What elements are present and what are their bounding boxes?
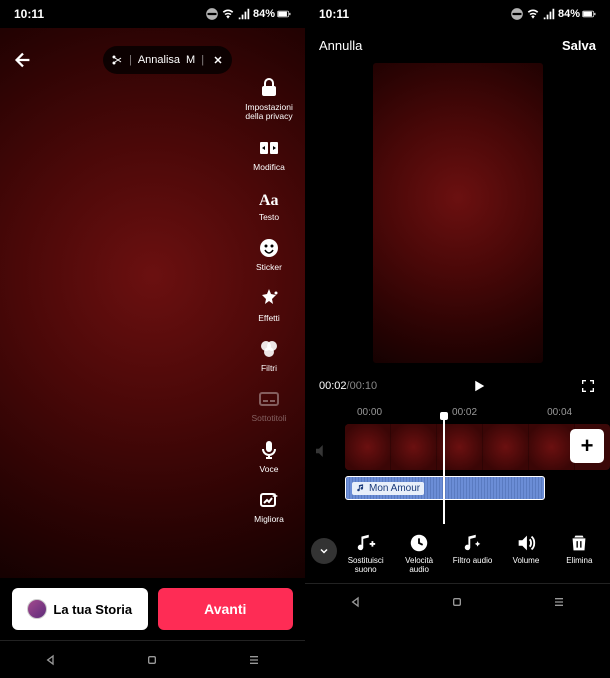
video-frame [529, 424, 575, 470]
story-button[interactable]: La tua Storia [12, 588, 148, 630]
nav-home-icon[interactable] [449, 594, 465, 610]
trash-icon [568, 532, 590, 554]
edit-icon [257, 136, 281, 160]
audio-title: Mon Amour [369, 483, 420, 494]
wifi-icon [526, 7, 540, 21]
svg-text:Aa: Aa [259, 192, 279, 209]
avatar [27, 599, 47, 619]
status-bar: 10:11 84% [305, 0, 610, 28]
lock-icon [257, 76, 281, 100]
music-note-icon [356, 483, 366, 493]
chevron-down-icon [318, 545, 330, 557]
battery-text: 84% [253, 8, 275, 20]
fullscreen-icon[interactable] [580, 378, 596, 394]
mic-icon [257, 438, 281, 462]
close-icon[interactable] [212, 54, 224, 66]
timeline-ruler: 00:00 00:02 00:04 [305, 405, 610, 424]
enhance-icon [257, 488, 281, 512]
speed-icon [408, 532, 430, 554]
back-icon[interactable] [12, 49, 34, 71]
bottom-actions: La tua Storia Avanti [0, 578, 305, 640]
sticker-icon [257, 236, 281, 260]
music-artist: Annalisa [138, 54, 180, 66]
status-time: 10:11 [14, 7, 44, 21]
tool-sticker[interactable]: Sticker [241, 236, 297, 272]
battery-text: 84% [558, 8, 580, 20]
nav-recent-icon[interactable] [551, 594, 567, 610]
nav-back-icon[interactable] [348, 594, 364, 610]
status-bar: 10:11 84% [0, 0, 305, 28]
tool-sottotitoli[interactable]: Sottotitoli [241, 387, 297, 423]
tool-privacy[interactable]: Impostazioni della privacy [241, 76, 297, 122]
right-toolbar: Impostazioni della privacy Modifica Aa T… [241, 76, 297, 524]
tool-elimina[interactable]: Elimina [555, 532, 604, 566]
status-icons: 84% [205, 7, 291, 21]
video-preview[interactable] [373, 63, 543, 363]
preview-area [305, 59, 610, 367]
timeline-tracks: + Mon Amour [305, 424, 610, 524]
music-pill[interactable]: | Annalisa M | [103, 46, 232, 74]
tool-effetti[interactable]: Effetti [241, 287, 297, 323]
system-nav [305, 583, 610, 621]
editor-top-row: | Annalisa M | [12, 46, 293, 74]
cancel-button[interactable]: Annulla [319, 38, 362, 53]
tool-voce[interactable]: Voce [241, 438, 297, 474]
tool-sostituisci[interactable]: Sostituisci suono [341, 532, 390, 575]
nav-back-icon[interactable] [43, 652, 59, 668]
audio-tools: Sostituisci suono Velocità audio Filtro … [305, 524, 610, 583]
battery-icon [277, 7, 291, 21]
sound-replace-icon [355, 532, 377, 554]
dnd-icon [510, 7, 524, 21]
filters-icon [257, 337, 281, 361]
screen-post-editor: 10:11 84% | Annalisa M | [0, 0, 305, 678]
battery-icon [582, 7, 596, 21]
wifi-icon [221, 7, 235, 21]
tool-velocita[interactable]: Velocità audio [394, 532, 443, 575]
mute-icon[interactable] [313, 442, 331, 460]
video-frame [391, 424, 437, 470]
tool-volume[interactable]: Volume [501, 532, 550, 566]
audio-filter-icon [462, 532, 484, 554]
signal-icon [542, 7, 556, 21]
add-clip-button[interactable]: + [570, 429, 604, 463]
status-icons: 84% [510, 7, 596, 21]
tool-filtro[interactable]: Filtro audio [448, 532, 497, 566]
screen-audio-editor: 10:11 84% Annulla Salva 00:02/00:10 00:0… [305, 0, 610, 678]
save-button[interactable]: Salva [562, 38, 596, 53]
dnd-icon [205, 7, 219, 21]
tool-testo[interactable]: Aa Testo [241, 186, 297, 222]
playback-row: 00:02/00:10 [305, 367, 610, 405]
tool-filtri[interactable]: Filtri [241, 337, 297, 373]
playhead[interactable] [443, 416, 445, 524]
volume-icon [515, 532, 537, 554]
status-time: 10:11 [319, 7, 349, 21]
editor-header: Annulla Salva [305, 28, 610, 59]
video-frame [483, 424, 529, 470]
next-button[interactable]: Avanti [158, 588, 294, 630]
effects-icon [257, 287, 281, 311]
text-icon: Aa [257, 186, 281, 210]
nav-recent-icon[interactable] [246, 652, 262, 668]
scissor-icon [111, 54, 123, 66]
tool-modifica[interactable]: Modifica [241, 136, 297, 172]
play-icon[interactable] [470, 377, 488, 395]
cc-icon [257, 387, 281, 411]
tool-migliora[interactable]: Migliora [241, 488, 297, 524]
time-display: 00:02/00:10 [319, 380, 377, 392]
video-frame [345, 424, 391, 470]
editor-canvas: | Annalisa M | Impostazioni della privac… [0, 28, 305, 578]
collapse-button[interactable] [311, 538, 337, 564]
music-track: M [186, 54, 195, 66]
signal-icon [237, 7, 251, 21]
system-nav [0, 640, 305, 678]
nav-home-icon[interactable] [144, 652, 160, 668]
audio-track[interactable]: Mon Amour [345, 476, 545, 500]
